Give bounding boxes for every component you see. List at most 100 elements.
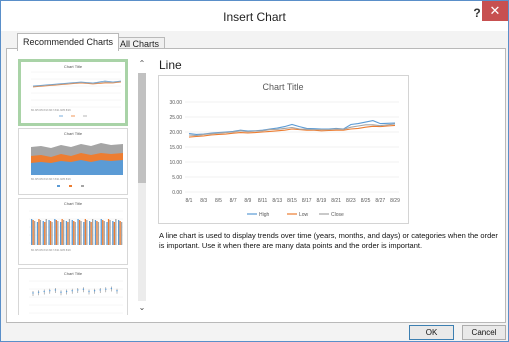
close-icon: ✕ (489, 3, 501, 18)
chevron-up-icon[interactable]: ⌃ (136, 59, 148, 71)
thumbnail-column (34, 221, 36, 245)
thumbnail-marker (110, 287, 113, 290)
thumbnail-column (78, 220, 81, 245)
thumbnail-column (55, 220, 57, 245)
close-button[interactable]: ✕ (482, 1, 508, 21)
chart-thumbnail-stacked-area[interactable]: Chart Title 8/1 8/5 8/9 8/13 8/17 8/21 8… (18, 128, 128, 195)
thumbnail-column (31, 219, 33, 245)
thumbnail-marker (37, 291, 40, 293)
svg-text:8/1 8/5 8/9 8/13 8/17 8/21 8/2: 8/1 8/5 8/9 8/13 8/17 8/21 8/25 8/29 (31, 109, 71, 112)
tab-recommended-charts[interactable]: Recommended Charts (17, 33, 120, 51)
thumbnail-column (71, 220, 73, 245)
thumbnail-column (36, 222, 39, 245)
thumbnail-column (49, 221, 52, 245)
thumbnail-column (44, 222, 46, 245)
thumbnail-marker (93, 290, 96, 292)
thumbnail-column (97, 222, 100, 245)
dialog-title: Insert Chart (223, 10, 286, 24)
chevron-down-icon[interactable]: ⌄ (136, 303, 148, 315)
thumbnail-column (42, 221, 44, 245)
x-tick-label: 8/3 (200, 198, 207, 204)
chart-preview: Chart Title 30.00 25.00 20.00 15.00 10.00 5.00… (158, 75, 409, 224)
thumbnail-column (51, 222, 53, 245)
thumbnail-marker (43, 290, 45, 293)
chart-thumbnail-line[interactable]: Chart Title 8/1 8/5 8/9 8/13 8/17 8/21 8… (18, 59, 128, 126)
thumbnail-column (94, 220, 97, 245)
x-tick-label: 8/19 (317, 198, 327, 204)
thumbnail-marker (116, 290, 118, 292)
cancel-button[interactable]: Cancel (462, 325, 506, 340)
x-tick-label: 8/27 (375, 198, 385, 204)
thumbnail-column (83, 222, 85, 245)
chart-type-heading: Line (159, 58, 182, 72)
thumbnail-column (77, 219, 79, 245)
legend-label-close: Close (331, 212, 344, 218)
x-tick-label: 8/1 (186, 198, 193, 204)
legend-label-high: High (259, 212, 270, 218)
svg-text:8/1 8/5 8/9 8/13 8/17 8/21 8/2: 8/1 8/5 8/9 8/13 8/17 8/21 8/25 8/29 (31, 178, 71, 181)
ok-button[interactable]: OK (409, 325, 454, 340)
thumbnail-column (96, 221, 98, 245)
thumbnail-column (32, 220, 34, 245)
y-tick-label: 25.00 (169, 115, 182, 121)
thumbnail-marker (99, 289, 101, 291)
thumbnail-column (100, 219, 102, 245)
x-tick-label: 8/23 (346, 198, 356, 204)
thumbnail-marker (71, 290, 73, 292)
scroll-thumb[interactable] (138, 73, 146, 183)
x-tick-label: 8/9 (244, 198, 251, 204)
y-tick-label: 15.00 (169, 145, 182, 151)
thumbnail-column (57, 221, 59, 245)
title-bar: Insert Chart ? ✕ (1, 1, 508, 31)
thumbnail-column (67, 222, 69, 245)
x-tick-label: 8/15 (287, 198, 297, 204)
thumbnail-column (118, 220, 120, 245)
y-tick-label: 10.00 (169, 160, 182, 166)
x-tick-label: 8/11 (258, 198, 268, 204)
thumbnail-column (119, 221, 121, 245)
chart-thumbnail-clustered-column[interactable]: Chart Title 8/1 8/5 8/9 8/13 8/17 8/21 8… (18, 198, 128, 265)
thumbnail-column (63, 220, 65, 245)
legend-label-low: Low (299, 212, 309, 218)
thumbnail-column (80, 221, 82, 245)
y-tick-label: 5.00 (172, 175, 182, 181)
thumbnail-column (74, 222, 76, 245)
thumbnail-column (86, 220, 88, 245)
thumbnail-column (61, 219, 63, 245)
thumbnail-column (48, 220, 50, 245)
thumbnail-scrollbar[interactable]: ⌃ ⌄ (136, 59, 148, 315)
thumbnail-marker (54, 289, 57, 291)
thumbnail-column (84, 219, 86, 245)
insert-chart-dialog: Insert Chart ? ✕ Recommended Charts All … (0, 0, 509, 342)
x-tick-label: 8/29 (390, 198, 400, 204)
chart-thumbnail-line-markers[interactable]: Chart Title (18, 268, 128, 315)
y-tick-label: 0.00 (172, 190, 182, 196)
column-thumbnail-graphic: 8/1 8/5 8/9 8/13 8/17 8/21 8/25 8/29 (29, 210, 123, 252)
thumbnail-marker (77, 289, 79, 291)
thumbnail-column (115, 219, 117, 245)
thumbnail-marker (88, 290, 90, 293)
thumbnail-column (73, 221, 75, 245)
thumbnail-marker (49, 290, 51, 292)
thumbnail-column (68, 219, 71, 245)
svg-text:8/1 8/5 8/9 8/13 8/17 8/21 8/2: 8/1 8/5 8/9 8/13 8/17 8/21 8/25 8/29 (31, 249, 71, 252)
thumbnail-column (65, 221, 68, 245)
y-tick-label: 20.00 (169, 130, 182, 136)
x-tick-label: 8/17 (302, 198, 312, 204)
chart-description: A line chart is used to display trends o… (159, 231, 498, 250)
thumbnail-marker (32, 292, 34, 294)
thumbnail-column (102, 220, 104, 245)
thumbnail-column (54, 219, 56, 245)
thumbnail-column (121, 222, 123, 245)
thumbnail-column (45, 219, 47, 245)
thumbnail-column (38, 219, 40, 245)
thumbnail-column (112, 221, 114, 245)
thumbnail-column (113, 222, 115, 245)
thumbnail-column (107, 219, 110, 245)
line-chart-preview: Chart Title 30.00 25.00 20.00 15.00 10.00 5.00… (169, 82, 400, 218)
line-chart-thumbnail-graphic: 8/1 8/5 8/9 8/13 8/17 8/21 8/25 8/29 (31, 71, 122, 117)
thumbnail-marker (60, 291, 62, 293)
recommended-chart-list: Chart Title 8/1 8/5 8/9 8/13 8/17 8/21 8… (18, 59, 132, 315)
thumbnail-column (60, 222, 62, 245)
thumbnail-column (92, 219, 94, 245)
